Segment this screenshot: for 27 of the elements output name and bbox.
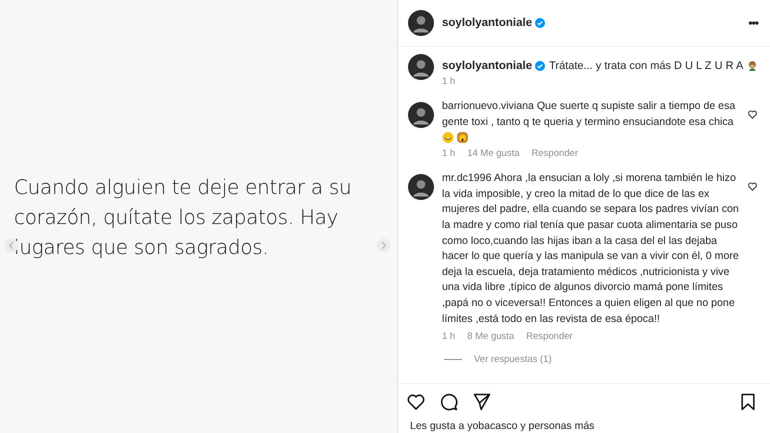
avatar-icon[interactable] xyxy=(408,102,434,128)
likes-count[interactable]: 8 Me gusta xyxy=(467,331,514,342)
avatar-icon[interactable] xyxy=(408,54,434,80)
verified-badge-icon xyxy=(535,60,546,70)
caption-text: Trátate... y trata con más D U L Z U R A xyxy=(549,60,744,72)
avatar-icon[interactable] xyxy=(408,10,434,36)
heart-icon[interactable] xyxy=(747,109,758,120)
avatar-icon[interactable] xyxy=(408,174,434,200)
reply-link[interactable]: Responder xyxy=(526,331,573,342)
heart-icon[interactable] xyxy=(747,181,758,192)
timestamp: 1 h xyxy=(442,148,456,160)
timestamp: 1 h xyxy=(442,331,456,342)
share-icon[interactable] xyxy=(472,392,492,412)
username[interactable]: soylolyantoniale xyxy=(442,60,532,72)
verified-badge-icon xyxy=(535,18,546,28)
view-replies-link[interactable]: Ver respuestas (1) xyxy=(474,354,552,366)
more-options-button[interactable]: ••• xyxy=(748,16,758,30)
heart-icon[interactable] xyxy=(406,392,426,412)
username[interactable]: soylolyantoniale xyxy=(442,17,532,29)
reply-link[interactable]: Responder xyxy=(532,148,578,160)
timestamp: 1 h xyxy=(442,76,456,87)
comment-text: barrionuevo.viviana Que suerte q supiste salir a tiempo de esa gente toxi , tanto q te queria y termino ensuciandote esa chica xyxy=(442,99,736,130)
comment-icon[interactable] xyxy=(439,392,459,412)
comment-text: mr.dc1996 Ahora ,la ensucian a loly ,si morena también le hizo la vida imposible, y creo la mitad de lo que dice de las ex mujeres del padre, ella cuando se separa los padres vivían con la madre y como rial tenía que pasar cuota alimentaria se puso como loco,cuando las hijas iban a la casa del el las dejaba hacer lo que quería y las manipula se van a vivir con él, 0 more deja la escuela, deja tratamiento médicos ,nutricionista y vive una vida libre ,típico de algunos divorcio mamá pone límites ,papá no o viceversa!! Entonces a quien eligen al que no pone límites ,está todo en las revista de esa época!! xyxy=(442,171,740,327)
likes-count[interactable]: 14 Me gusta xyxy=(467,148,520,160)
quote-text: Cuando alguien te deje entrar a su corazón, quítate los zapatos. Hay lugares que son sagrados. xyxy=(14,174,352,260)
likes-text: Les gusta a yobacasco y personas más xyxy=(409,420,596,433)
